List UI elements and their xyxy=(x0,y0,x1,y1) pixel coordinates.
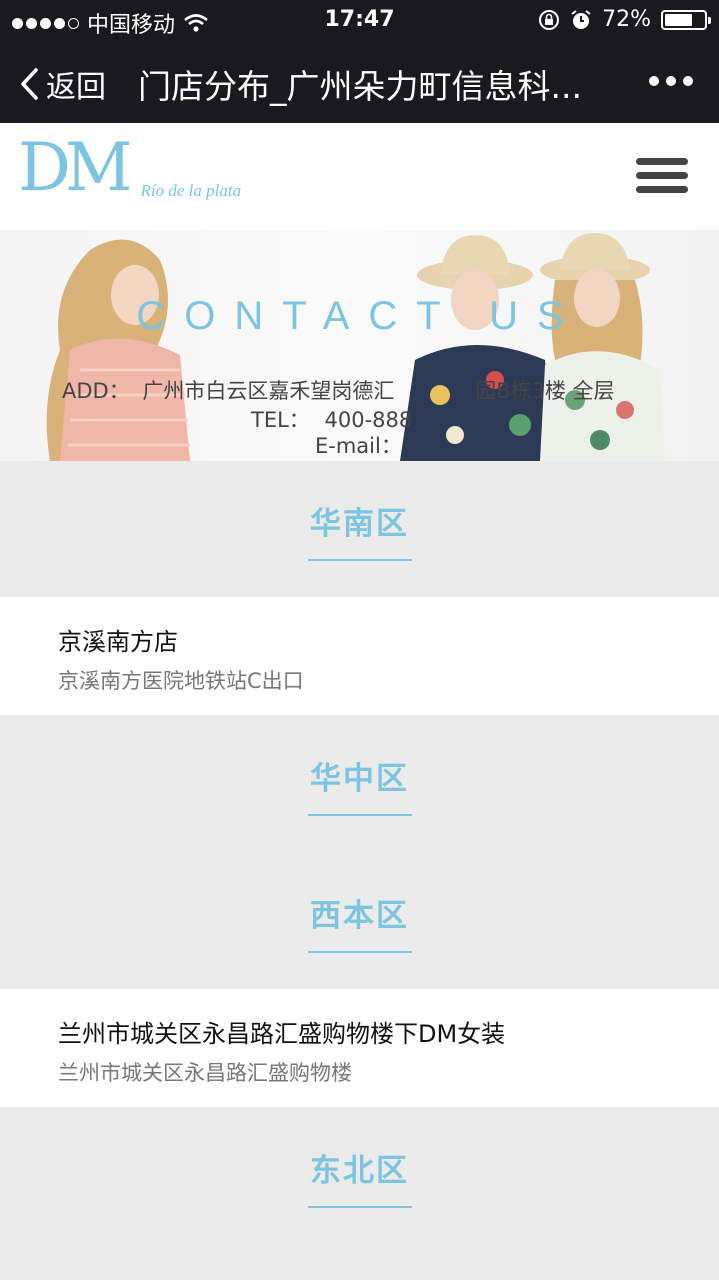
store-item[interactable]: 兰州市城关区永昌路汇盛购物楼下DM女装 兰州市城关区永昌路汇盛购物楼 xyxy=(0,989,719,1107)
region-underline xyxy=(307,814,412,816)
store-address: 兰州市城关区永昌路汇盛购物楼 xyxy=(58,1061,352,1085)
store-name: 京溪南方店 xyxy=(58,628,178,656)
region-heading-west: 西本区 xyxy=(0,890,719,953)
more-dots-icon[interactable] xyxy=(649,76,693,86)
region-underline xyxy=(307,951,412,953)
chevron-left-icon xyxy=(21,68,38,100)
back-button[interactable]: 返回 xyxy=(18,62,106,106)
email-label: E-mail： xyxy=(315,434,402,458)
store-item[interactable]: 京溪南方店 京溪南方医院地铁站C出口 xyxy=(0,597,719,715)
logo-tagline: Río de la plata xyxy=(140,181,242,200)
address-tail: 园B栋3楼 全层 xyxy=(475,379,615,403)
email-line: E-mail： xyxy=(315,430,402,460)
region-underline xyxy=(307,559,412,561)
address-label: ADD： xyxy=(62,379,130,403)
hamburger-menu-icon[interactable] xyxy=(636,158,688,200)
contact-banner: CONTACT US ADD： 广州市白云区嘉禾望岗德汇 园B栋3楼 全层 TE… xyxy=(0,230,719,461)
region-heading-south: 华南区 xyxy=(0,498,719,561)
navigation-bar: 返回 门店分布_广州朵力町信息科... xyxy=(0,40,719,123)
battery-icon xyxy=(661,9,711,30)
site-header: DM Río de la plata xyxy=(0,123,719,230)
address-line: ADD： 广州市白云区嘉禾望岗德汇 园B栋3楼 全层 xyxy=(62,375,615,405)
store-name: 兰州市城关区永昌路汇盛购物楼下DM女装 xyxy=(58,1020,506,1048)
page-title: 门店分布_广州朵力町信息科... xyxy=(138,67,582,106)
brand-logo[interactable]: DM Río de la plata xyxy=(18,135,241,201)
model-photo-left xyxy=(46,239,190,461)
alarm-icon xyxy=(571,9,591,29)
logo-text: DM xyxy=(18,129,132,206)
region-heading-central: 华中区 xyxy=(0,753,719,816)
region-title: 华中区 xyxy=(310,761,409,797)
region-title: 西本区 xyxy=(310,898,409,934)
back-label: 返回 xyxy=(46,70,106,105)
rotation-lock-icon xyxy=(539,9,560,30)
model-photo-right xyxy=(540,233,665,461)
contact-heading: CONTACT US xyxy=(136,294,583,338)
tel-label: TEL： xyxy=(251,408,310,432)
status-bar: 中国移动 17:47 72% xyxy=(0,0,719,40)
battery-percent: 72% xyxy=(602,7,651,32)
region-underline xyxy=(307,1206,412,1208)
region-title: 东北区 xyxy=(310,1153,409,1189)
region-title: 华南区 xyxy=(310,506,409,542)
address-value: 广州市白云区嘉禾望岗德汇 xyxy=(142,379,395,403)
region-heading-northeast: 东北区 xyxy=(0,1145,719,1208)
store-address: 京溪南方医院地铁站C出口 xyxy=(58,669,304,693)
tel-value[interactable]: 400-888 xyxy=(324,408,412,432)
